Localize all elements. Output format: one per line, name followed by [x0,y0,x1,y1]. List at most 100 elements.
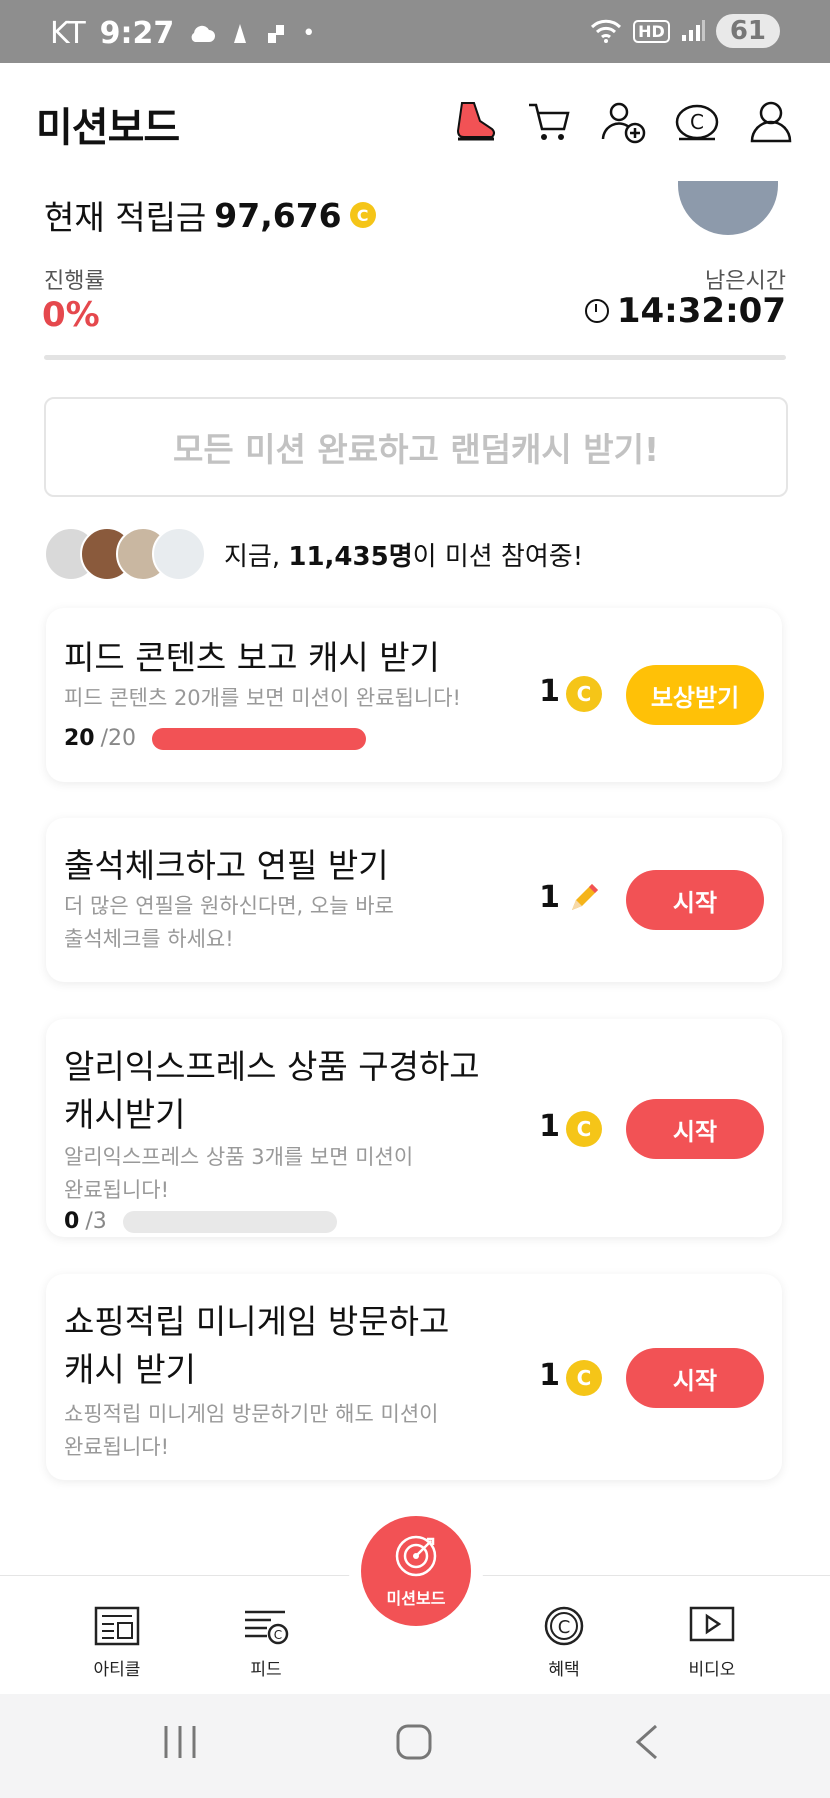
svg-text:C: C [558,1617,571,1638]
coin-small-icon: C [349,202,376,228]
mission-card[interactable]: 피드 콘텐츠 보고 캐시 받기 피드 콘텐츠 20개를 보면 미션이 완료됩니다… [46,608,782,782]
mission-title-line1: 알리익스프레스 상품 구경하고 [64,1047,480,1086]
back-icon [635,1724,657,1760]
mission-progress: 0/3 [64,1209,337,1234]
reward-amount: 1 [539,674,560,709]
more-notifications-dot: • [302,21,316,46]
reward-amount: 1 [539,1109,560,1144]
mission-title-line2: 캐시받기 [64,1095,186,1134]
pencil-icon [572,884,598,910]
claim-reward-button[interactable]: 보상받기 [626,665,764,725]
page-title: 미션보드 [36,105,180,151]
remaining-time: 14:32:07 [584,291,786,331]
start-button[interactable]: 시작 [626,1099,764,1159]
participants-count: 11,435명 [288,541,413,572]
points-summary: 현재 적립금 97,676 C [44,191,376,239]
benefit-icon: C [544,1606,584,1646]
status-right: HD 61 [589,14,780,48]
nav-article[interactable]: 아티클 [57,1606,177,1680]
progress-max: /3 [85,1209,107,1234]
participants-text: 지금, 11,435명이 미션 참여중! [224,536,583,573]
svg-text:C: C [690,110,704,134]
system-nav-bar [0,1694,830,1798]
progress-bar [152,727,367,750]
nav-feed[interactable]: C 피드 [206,1606,326,1680]
mission-desc-line1: 알리익스프레스 상품 3개를 보면 미션이 [64,1145,414,1169]
app-notification-icon [268,24,285,43]
video-icon [689,1606,735,1642]
notification-icon [234,23,247,43]
home-icon [396,1724,432,1760]
add-friend-icon[interactable] [600,99,646,145]
header-icons: C [452,99,794,145]
mission-card[interactable]: 알리익스프레스 상품 구경하고 캐시받기 알리익스프레스 상품 3개를 보면 미… [46,1019,782,1237]
recent-apps-button[interactable] [160,1722,200,1766]
mission-card[interactable]: 출석체크하고 연필 받기 더 많은 연필을 원하신다면, 오늘 바로 출석체크를… [46,818,782,982]
mission-title: 출석체크하고 연필 받기 [64,846,389,885]
progress-label: 진행률 [44,269,105,294]
coin-icon: C [566,676,602,712]
progress-max: /20 [100,726,137,751]
progress-value: 0% [42,295,100,335]
mission-card[interactable]: 쇼핑적립 미니게임 방문하고 캐시 받기 쇼핑적립 미니게임 방문하기만 해도 … [46,1274,782,1480]
clock-icon [584,299,609,323]
mission-desc-line1: 더 많은 연필을 원하신다면, 오늘 바로 [64,894,394,918]
mission-title-line2: 캐시 받기 [64,1350,196,1389]
status-left: KT 9:27 • [50,16,315,51]
recent-apps-icon [164,1726,196,1758]
remaining-time-value: 14:32:07 [616,291,786,331]
app-content: 미션보드 C 현재 적립금 97,676 C 진행률 0% 남은시간 14:32… [0,63,830,1698]
nav-benefit-label: 혜택 [548,1660,580,1680]
nav-mission-label: 미션보드 [386,1589,446,1608]
target-icon [395,1535,437,1577]
status-bar: KT 9:27 • HD 61 [0,0,830,63]
coin-icon: C [566,1360,602,1396]
mission-desc-line1: 쇼핑적립 미니게임 방문하기만 해도 미션이 [64,1402,439,1426]
start-button[interactable]: 시작 [626,870,764,930]
mission-desc-line2: 완료됩니다! [64,1435,170,1459]
progress-current: 20 [64,726,95,751]
nav-article-label: 아티클 [93,1660,141,1680]
progress-divider [44,355,786,360]
shoe-icon[interactable] [452,99,498,145]
random-cash-banner[interactable]: 모든 미션 완료하고 랜덤캐시 받기! [44,397,788,497]
reward-amount: 1 [539,880,560,915]
mission-desc-line2: 출석체크를 하세요! [64,927,234,951]
coin-icon[interactable]: C [674,99,720,145]
mission-progress: 20/20 [64,726,367,751]
article-icon [94,1606,140,1646]
participants-prefix: 지금, [224,541,289,572]
carrier-label: KT [50,16,86,51]
mission-title: 피드 콘텐츠 보고 캐시 받기 [64,638,440,677]
reward-amount: 1 [539,1358,560,1393]
points-value: 97,676 [214,195,342,235]
nav-benefit[interactable]: C 혜택 [504,1606,624,1680]
bottom-nav: 아티클 C 피드 미션보드 C 혜택 비디오 [0,1516,830,1698]
nav-mission-board[interactable]: 미션보드 [361,1516,471,1626]
cart-icon[interactable] [526,99,572,145]
participants-row: 지금, 11,435명이 미션 참여중! [44,527,583,581]
home-button[interactable] [394,1722,434,1766]
coin-icon: C [566,1111,602,1147]
mission-desc: 피드 콘텐츠 20개를 보면 미션이 완료됩니다! [64,686,461,710]
signal-icon [681,20,705,41]
nav-video-label: 비디오 [688,1660,736,1680]
participants-suffix: 이 미션 참여중! [412,541,584,572]
cloud-icon [191,25,216,42]
start-button[interactable]: 시작 [626,1348,764,1408]
back-button[interactable] [628,1722,668,1766]
battery-level: 61 [715,14,780,48]
mission-desc-line2: 완료됩니다! [64,1178,170,1202]
nav-feed-label: 피드 [250,1660,282,1680]
top-header: 미션보드 C [0,63,830,181]
participant-avatar [152,527,206,581]
progress-current: 0 [64,1209,80,1234]
hd-voice-badge: HD [633,19,670,43]
progress-bar [122,1210,337,1233]
mission-title-line1: 쇼핑적립 미니게임 방문하고 [64,1302,450,1341]
profile-icon[interactable] [748,99,794,145]
svg-text:C: C [274,1628,282,1642]
progress-fill [152,727,367,750]
wifi-icon [591,19,622,43]
nav-video[interactable]: 비디오 [652,1606,772,1680]
